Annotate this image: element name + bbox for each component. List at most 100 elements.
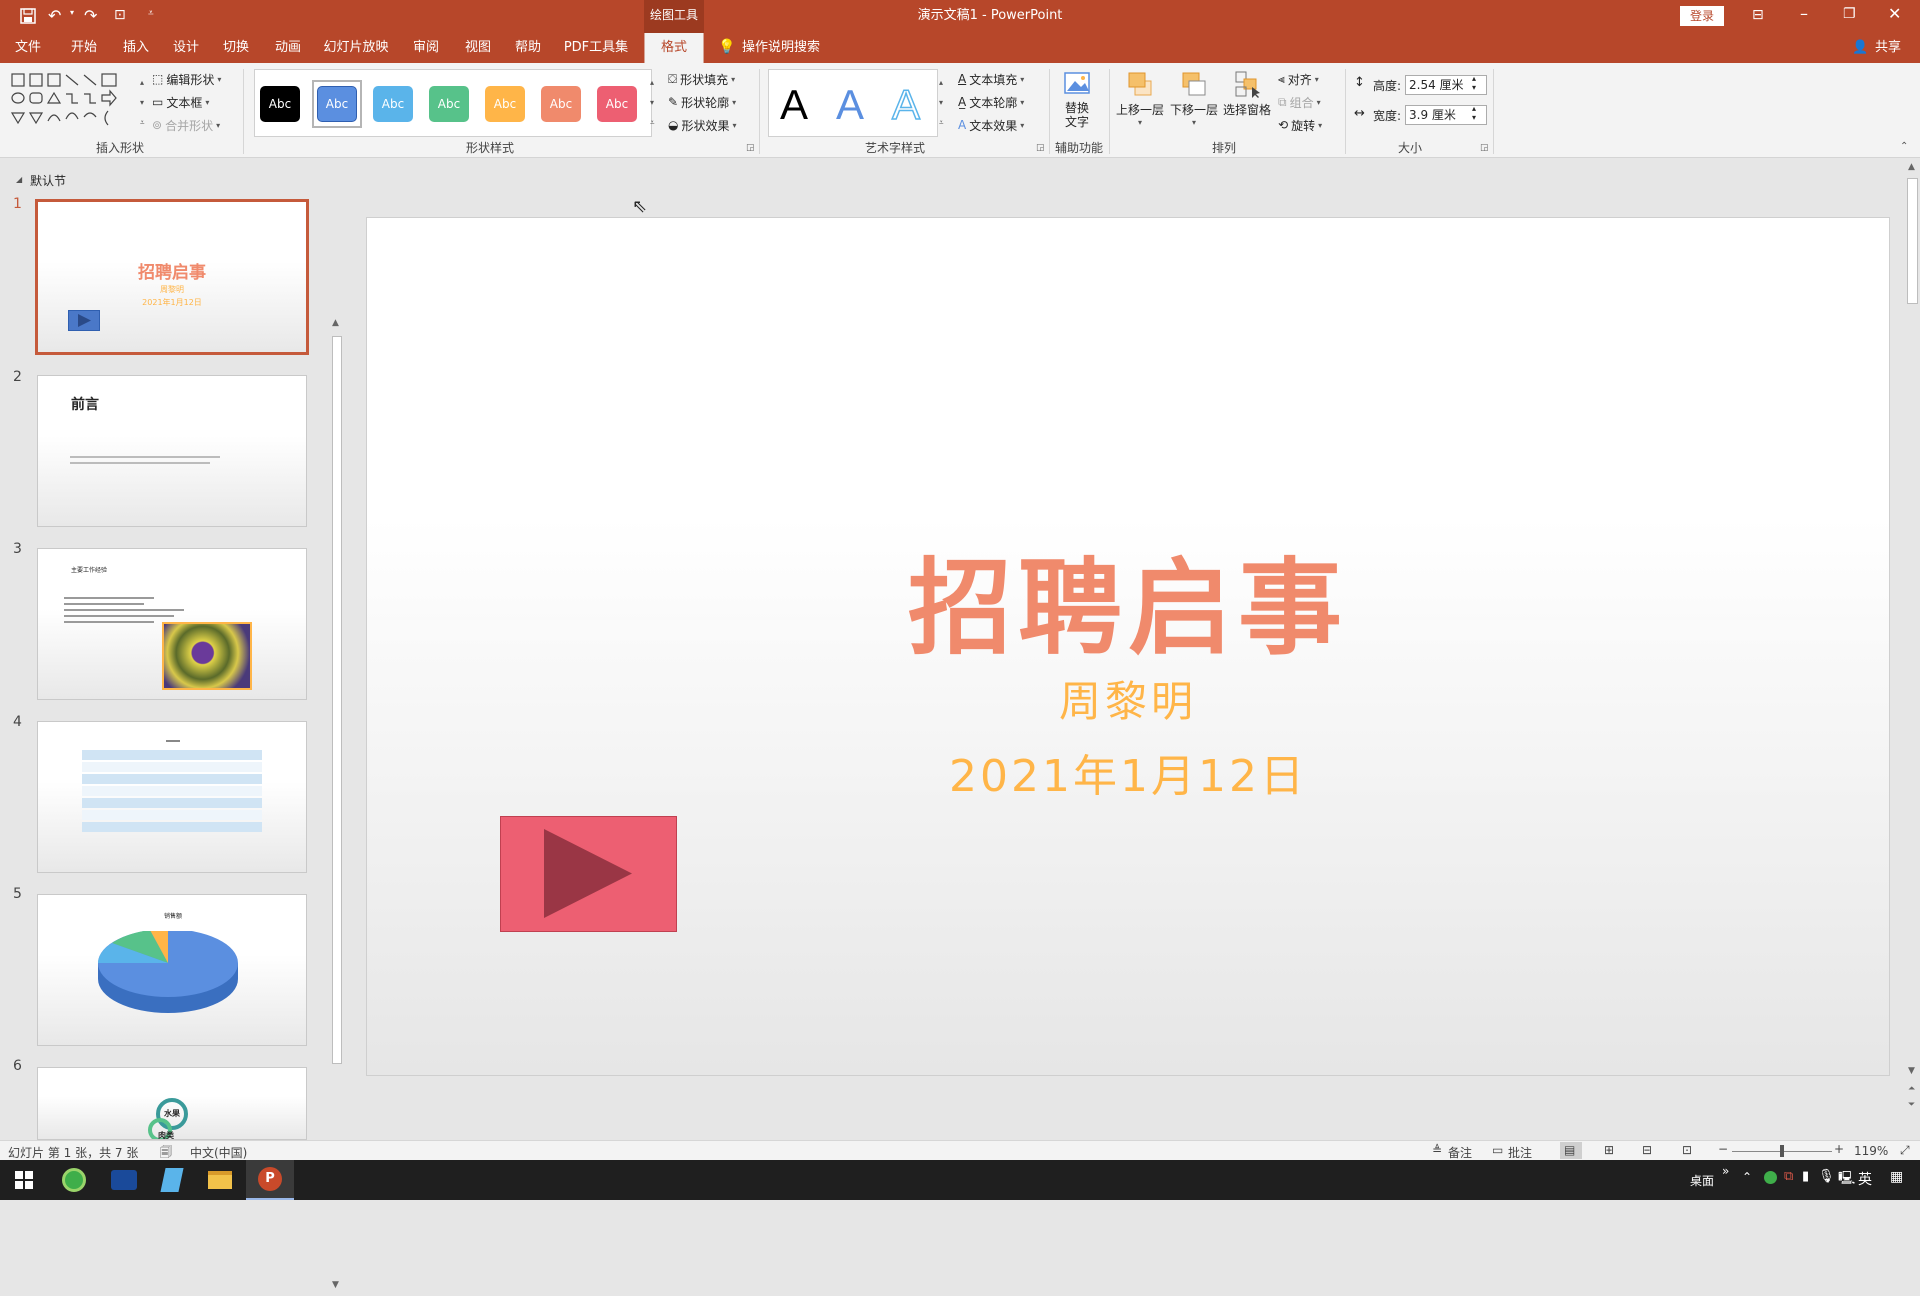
ime-indicator[interactable]: 英 bbox=[1858, 1169, 1872, 1189]
start-icon[interactable] bbox=[0, 1160, 48, 1200]
save-icon[interactable] bbox=[20, 8, 36, 24]
normal-view-icon[interactable]: ▤ bbox=[1564, 1143, 1575, 1157]
zoom-in-icon[interactable]: + bbox=[1834, 1142, 1844, 1156]
shape-style-swatch[interactable]: Abc bbox=[541, 86, 581, 122]
video-app-icon[interactable] bbox=[100, 1160, 148, 1200]
redo-icon[interactable]: ↷ bbox=[84, 6, 97, 25]
shape-fill-button[interactable]: ⛋ 形状填充 ▾ bbox=[668, 69, 735, 89]
tray-toolbox-icon[interactable]: ⧉ bbox=[1784, 1169, 1793, 1184]
slide-thumbnail-5[interactable]: 销售额 bbox=[37, 894, 307, 1046]
notes-app-icon[interactable] bbox=[148, 1160, 196, 1200]
tab-review[interactable]: 审阅 bbox=[404, 33, 448, 63]
slide-title[interactable]: 招聘启事 bbox=[367, 548, 1889, 668]
restore-icon[interactable]: ❐ bbox=[1843, 6, 1856, 22]
tray-overflow-icon[interactable]: ⌃ bbox=[1742, 1170, 1752, 1184]
notes-button[interactable]: 备注 bbox=[1448, 1144, 1472, 1161]
send-backward-button[interactable]: 下移一层 ▾ bbox=[1168, 69, 1220, 137]
minimize-icon[interactable]: – bbox=[1800, 4, 1808, 23]
ribbon-display-options-icon[interactable]: ⊟ bbox=[1752, 7, 1764, 23]
customize-quick-access-icon[interactable]: ⩡ bbox=[148, 8, 154, 19]
tab-view[interactable]: 视图 bbox=[456, 33, 500, 63]
shape-style-swatch[interactable]: Abc bbox=[373, 86, 413, 122]
slide-thumbnail-3[interactable]: 主要工作经验 bbox=[37, 548, 307, 700]
reading-view-icon[interactable]: ⊟ bbox=[1642, 1143, 1652, 1157]
start-from-beginning-icon[interactable]: ⊡ bbox=[114, 7, 126, 23]
merge-shapes-button[interactable]: ⊚ 合并形状 ▾ bbox=[152, 115, 220, 135]
share-button[interactable]: 共享 bbox=[1868, 33, 1908, 63]
tab-slideshow[interactable]: 幻灯片放映 bbox=[320, 33, 392, 63]
slide-subtitle[interactable]: 周黎明 bbox=[367, 668, 1889, 729]
previous-slide-icon[interactable]: ⏶ bbox=[1908, 1084, 1915, 1094]
tell-me-search[interactable]: 操作说明搜索 bbox=[742, 33, 842, 63]
width-spinner-icon[interactable]: ▴ ▾ bbox=[1472, 104, 1476, 122]
edit-shape-button[interactable]: ⬚ 编辑形状 ▾ bbox=[152, 69, 221, 89]
wordart-more-icon[interactable]: ▴ ▾ ⩡ bbox=[939, 73, 949, 133]
tab-format[interactable]: 格式 bbox=[644, 33, 704, 63]
tray-app-icon[interactable] bbox=[1764, 1171, 1777, 1184]
play-shape[interactable] bbox=[500, 816, 677, 932]
notes-icon[interactable]: ≜ bbox=[1432, 1143, 1442, 1157]
tab-pdf-tools[interactable]: PDF工具集 bbox=[560, 33, 632, 63]
language-indicator[interactable]: 中文(中国) bbox=[190, 1144, 247, 1161]
tab-file[interactable]: 文件 bbox=[6, 33, 50, 63]
tab-animations[interactable]: 动画 bbox=[266, 33, 310, 63]
tab-insert[interactable]: 插入 bbox=[114, 33, 158, 63]
alt-text-button[interactable]: 替换 文字 bbox=[1060, 69, 1094, 137]
scroll-thumb[interactable] bbox=[1907, 178, 1918, 304]
shape-style-swatch[interactable]: Abc bbox=[317, 86, 357, 122]
section-collapse-icon[interactable]: ◢ bbox=[16, 175, 22, 184]
close-icon[interactable]: ✕ bbox=[1888, 4, 1901, 23]
text-outline-button[interactable]: A̲ 文本轮廓 ▾ bbox=[958, 92, 1024, 112]
comments-button[interactable]: 批注 bbox=[1508, 1144, 1532, 1161]
fit-slide-icon[interactable]: ⤢ bbox=[1900, 1143, 1910, 1158]
shape-effects-button[interactable]: ◒ 形状效果 ▾ bbox=[668, 115, 737, 135]
shapes-gallery-more-icon[interactable]: ▴ ▾ ⩡ bbox=[140, 73, 150, 133]
powerpoint-icon[interactable]: P bbox=[246, 1160, 294, 1200]
bring-forward-button[interactable]: 上移一层 ▾ bbox=[1114, 69, 1166, 137]
undo-dropdown-icon[interactable]: ▾ bbox=[70, 8, 74, 17]
shape-style-swatch[interactable]: Abc bbox=[485, 86, 525, 122]
zoom-level[interactable]: 119% bbox=[1854, 1144, 1888, 1158]
selection-pane-button[interactable]: 选择窗格 bbox=[1222, 69, 1272, 137]
next-slide-icon[interactable]: ⏷ bbox=[1908, 1100, 1915, 1110]
slide-thumbnail-4[interactable] bbox=[37, 721, 307, 873]
notification-center-icon[interactable]: ▦ bbox=[1890, 1169, 1903, 1185]
shape-style-swatch[interactable]: Abc bbox=[429, 86, 469, 122]
browser-icon[interactable] bbox=[50, 1160, 98, 1200]
text-fill-button[interactable]: A 文本填充 ▾ bbox=[958, 69, 1024, 89]
tab-design[interactable]: 设计 bbox=[164, 33, 208, 63]
scroll-down-icon[interactable]: ▼ bbox=[1908, 1066, 1915, 1076]
shape-style-swatch[interactable]: Abc bbox=[597, 86, 637, 122]
slide-thumbnail-6[interactable]: 水果 肉类 bbox=[37, 1067, 307, 1140]
collapse-ribbon-icon[interactable]: ⌃ bbox=[1900, 141, 1908, 152]
slide-thumbnail-2[interactable]: 前言 bbox=[37, 375, 307, 527]
shape-styles-more-icon[interactable]: ▴ ▾ ⩡ bbox=[650, 73, 660, 133]
wordart-style-blue[interactable]: A bbox=[836, 81, 864, 129]
slide-date[interactable]: 2021年1月12日 bbox=[367, 740, 1889, 804]
login-button[interactable]: 登录 bbox=[1680, 6, 1724, 26]
shapes-gallery[interactable] bbox=[10, 71, 138, 135]
scroll-up-icon[interactable]: ▲ bbox=[332, 318, 339, 328]
slideshow-icon[interactable]: ⊡ bbox=[1682, 1143, 1692, 1157]
align-button[interactable]: ⫷ 对齐 ▾ bbox=[1278, 69, 1319, 89]
file-explorer-icon[interactable] bbox=[196, 1160, 244, 1200]
slide-sorter-icon[interactable]: ⊞ bbox=[1604, 1143, 1614, 1157]
comments-icon[interactable]: ▭ bbox=[1492, 1143, 1503, 1157]
zoom-slider-thumb[interactable] bbox=[1780, 1145, 1784, 1157]
rotate-button[interactable]: ⟲ 旋转 ▾ bbox=[1278, 115, 1322, 135]
undo-icon[interactable]: ↶ bbox=[48, 6, 61, 25]
desktop-label[interactable]: 桌面 bbox=[1690, 1172, 1714, 1189]
editor-scrollbar[interactable]: ▲ ▼ ⏶ ⏷ bbox=[1905, 158, 1920, 1140]
tab-transitions[interactable]: 切换 bbox=[214, 33, 258, 63]
group-button[interactable]: ⧉ 组合 ▾ bbox=[1278, 92, 1321, 112]
height-spinner-icon[interactable]: ▴ ▾ bbox=[1472, 74, 1476, 92]
dialog-launcher-icon[interactable]: ◲ bbox=[1036, 143, 1045, 153]
tab-home[interactable]: 开始 bbox=[62, 33, 106, 63]
wordart-style-black[interactable]: A bbox=[780, 81, 808, 129]
scroll-down-icon[interactable]: ▼ bbox=[332, 1280, 339, 1290]
dialog-launcher-icon[interactable]: ◲ bbox=[746, 143, 755, 153]
text-box-button[interactable]: ▭ 文本框 ▾ bbox=[152, 92, 209, 112]
dialog-launcher-icon[interactable]: ◲ bbox=[1480, 143, 1489, 153]
tab-help[interactable]: 帮助 bbox=[506, 33, 550, 63]
scroll-up-icon[interactable]: ▲ bbox=[1908, 162, 1915, 172]
